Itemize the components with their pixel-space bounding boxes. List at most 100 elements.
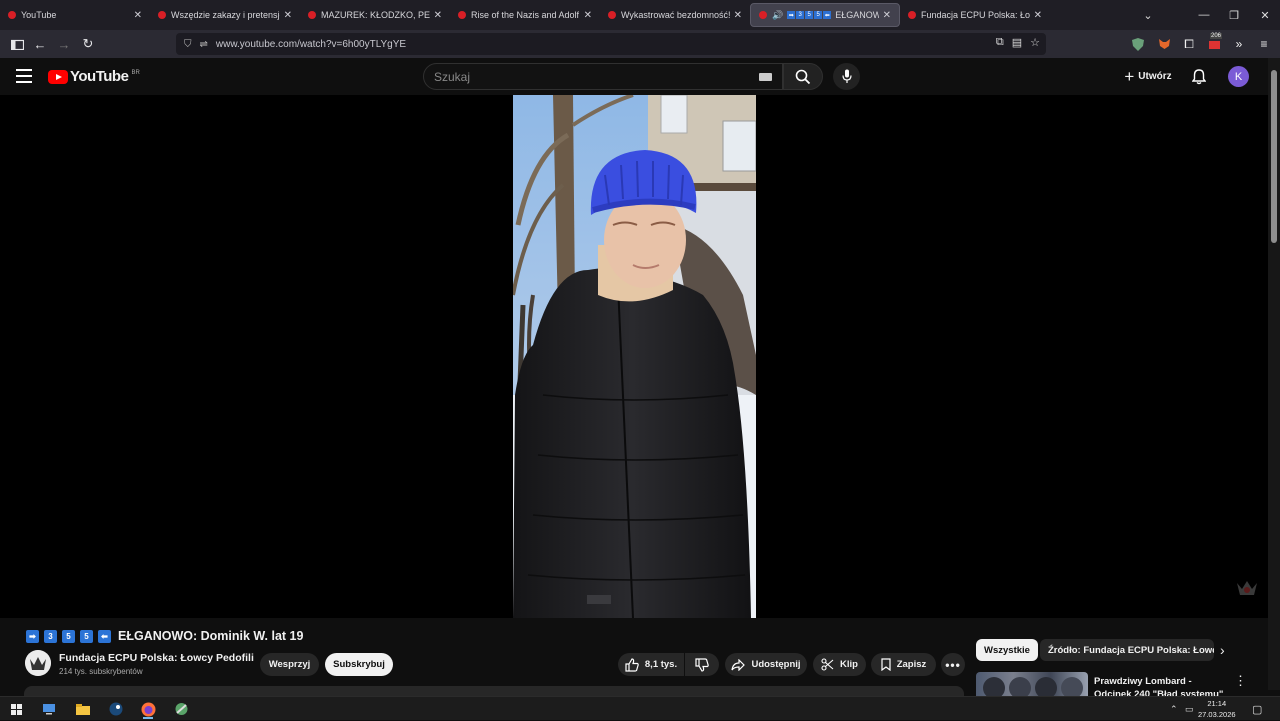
scissors-icon <box>821 658 834 671</box>
url-text: www.youtube.com/watch?v=6h00yTLYgYE <box>215 38 407 50</box>
subscriber-count: 214 tys. subskrybentów <box>59 667 143 676</box>
tray-overflow-icon[interactable]: ⌃ <box>1170 697 1178 721</box>
share-button[interactable]: Udostępnij <box>725 653 807 676</box>
title-badge: 5 <box>62 629 75 643</box>
video-frame[interactable] <box>513 95 756 618</box>
steam-icon[interactable] <box>105 699 127 719</box>
tab-title: Fundacja ECPU Polska: Łowcy P <box>921 10 1030 20</box>
file-explorer-icon[interactable] <box>72 699 94 719</box>
network-icon[interactable]: ▭ <box>1185 697 1194 721</box>
app-menu-icon[interactable]: ≡ <box>1254 34 1274 54</box>
address-bar[interactable]: ⛉ ⇌ www.youtube.com/watch?v=6h00yTLYgYE … <box>176 33 1046 55</box>
search-input[interactable]: Szukaj <box>423 63 783 90</box>
tab-title: Rise of the Nazis and Adolf Hitl <box>471 10 580 20</box>
reload-button[interactable]: ↻ <box>76 32 100 56</box>
minimize-button[interactable]: — <box>1189 0 1219 30</box>
create-button[interactable]: + Utwórz <box>1114 63 1182 90</box>
close-tab-icon[interactable]: ✕ <box>284 10 292 21</box>
scrollbar-thumb[interactable] <box>1271 70 1277 243</box>
channel-avatar[interactable] <box>25 650 51 676</box>
extensions-puzzle-icon[interactable]: ⧠ <box>1179 34 1199 54</box>
close-tab-icon[interactable]: ✕ <box>734 10 742 21</box>
close-tab-icon[interactable]: ✕ <box>134 10 142 21</box>
close-tab-icon[interactable]: ✕ <box>1034 10 1042 21</box>
tab-title-badge: 5 <box>814 11 823 19</box>
youtube-favicon-icon <box>608 11 616 19</box>
close-window-button[interactable]: ✕ <box>1250 0 1280 30</box>
chip-all[interactable]: Wszystkie <box>976 639 1038 661</box>
video-player[interactable] <box>0 95 1268 618</box>
like-button[interactable]: 8,1 tys. <box>618 653 684 676</box>
subscribe-button[interactable]: Subskrybuj <box>325 653 393 676</box>
chip-source[interactable]: Źródło: Fundacja ECPU Polska: Łowcy <box>1040 639 1214 661</box>
save-button[interactable]: Zapisz <box>871 653 936 676</box>
windows-start-icon[interactable] <box>5 699 27 719</box>
youtube-logo[interactable]: YouTube BR <box>48 68 140 85</box>
tab-title-badges: ➡ 3 5 5 ⬅ <box>787 11 832 19</box>
notification-center-icon[interactable]: ▢ <box>1252 697 1262 721</box>
close-tab-icon[interactable]: ✕ <box>584 10 592 21</box>
forward-button[interactable]: → <box>52 32 76 56</box>
channel-watermark[interactable] <box>1234 575 1260 601</box>
recommendation-title[interactable]: Prawdziwy Lombard - Odcinek 240 "Błąd sy… <box>1094 675 1224 696</box>
youtube-favicon-icon <box>458 11 466 19</box>
search-button[interactable] <box>783 63 823 90</box>
tab-list-dropdown-button[interactable]: ⌄ <box>1133 0 1163 30</box>
youtube-play-icon <box>48 69 68 84</box>
search-icon <box>795 69 811 84</box>
reader-view-icon[interactable]: ▤ <box>1012 36 1022 49</box>
youtube-favicon-icon <box>8 11 16 19</box>
fox-extension-icon[interactable] <box>1154 34 1174 54</box>
back-button[interactable]: ← <box>28 32 52 56</box>
notifications-button[interactable] <box>1188 66 1210 88</box>
bookmark-icon <box>881 658 891 671</box>
voice-search-button[interactable] <box>833 63 860 90</box>
recommendation-thumbnail[interactable] <box>976 672 1088 696</box>
tab-title: MAZUREK: KŁODZKO, PEDOFILI <box>321 10 430 20</box>
app-icon[interactable] <box>170 699 192 719</box>
more-actions-button[interactable]: ••• <box>941 653 965 676</box>
page-scrollbar[interactable] <box>1268 58 1280 690</box>
youtube-favicon-icon <box>759 11 767 19</box>
youtube-header: YouTube BR Szukaj + Utwórz K <box>0 58 1268 95</box>
browser-tab[interactable]: YouTube ✕ <box>0 3 150 27</box>
maximize-button[interactable]: ❐ <box>1219 0 1249 30</box>
close-tab-icon[interactable]: ✕ <box>883 10 891 21</box>
title-badge: 5 <box>80 629 93 643</box>
browser-tab[interactable]: MAZUREK: KŁODZKO, PEDOFILI ✕ <box>300 3 450 27</box>
keyboard-icon[interactable] <box>759 73 772 81</box>
youtube-favicon-icon <box>908 11 916 19</box>
search-placeholder: Szukaj <box>434 70 471 84</box>
guide-menu-icon[interactable] <box>16 69 32 83</box>
speaker-icon[interactable]: 🔊 <box>772 10 783 21</box>
description-box[interactable] <box>24 686 964 696</box>
clock[interactable]: 21:14 27.03.2026 <box>1198 698 1236 720</box>
recommendation-more-icon[interactable]: ⋮ <box>1234 673 1247 689</box>
tab-title-badge: ⬅ <box>823 11 832 19</box>
counter-extension-icon[interactable]: 206 <box>1205 33 1225 54</box>
video-title: ➡ 3 5 5 ⬅ EŁGANOWO: Dominik W. lat 19 <box>26 627 303 645</box>
browser-tab[interactable]: Rise of the Nazis and Adolf Hitl ✕ <box>450 3 600 27</box>
clip-button[interactable]: Klip <box>813 653 866 676</box>
firefox-icon[interactable] <box>137 699 159 719</box>
channel-name[interactable]: Fundacja ECPU Polska: Łowcy Pedofili <box>59 652 254 664</box>
task-view-icon[interactable] <box>38 699 60 719</box>
site-settings-icon[interactable]: ⇌ <box>200 39 208 50</box>
browser-tab[interactable]: Fundacja ECPU Polska: Łowcy P ✕ <box>900 3 1050 27</box>
browser-tab[interactable]: Wszędzie zakazy i pretensje! Lu ✕ <box>150 3 300 27</box>
browser-tab[interactable]: Wykastrować bezdomność! Ust ✕ <box>600 3 750 27</box>
support-button[interactable]: Wesprzyj <box>260 653 319 676</box>
more-tools-icon[interactable]: » <box>1229 34 1249 54</box>
dislike-button[interactable] <box>685 653 719 676</box>
sidebar-toggle-icon[interactable] <box>5 32 29 56</box>
browser-tab[interactable]: 🔊 ➡ 3 5 5 ⬅ EŁGANOW ✕ <box>750 3 900 27</box>
share-label: Udostępnij <box>751 659 801 670</box>
country-code: BR <box>131 69 140 76</box>
shield-icon[interactable]: ⛉ <box>184 39 192 50</box>
account-avatar[interactable]: K <box>1228 66 1249 87</box>
ublock-extension-icon[interactable] <box>1128 34 1148 54</box>
picture-in-picture-icon[interactable]: ⧉ <box>996 36 1004 49</box>
chips-next-icon[interactable]: › <box>1220 642 1225 658</box>
bookmark-star-icon[interactable]: ☆ <box>1030 36 1040 49</box>
close-tab-icon[interactable]: ✕ <box>434 10 442 21</box>
